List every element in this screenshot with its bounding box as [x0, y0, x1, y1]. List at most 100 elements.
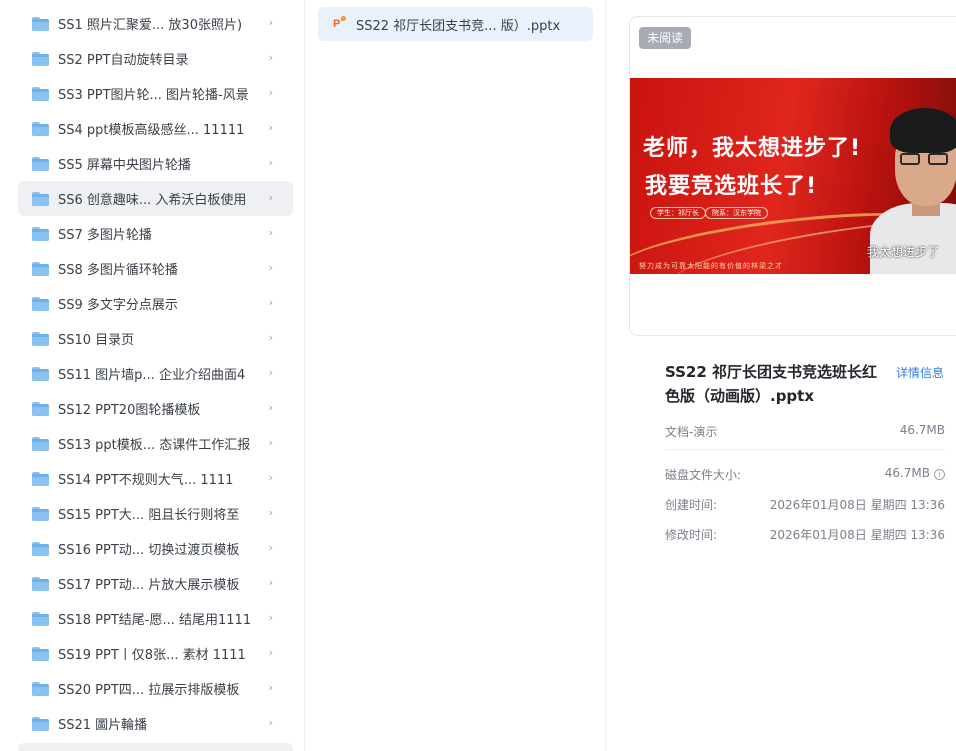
- folder-icon: [32, 296, 49, 311]
- chevron-right-icon: ›: [268, 576, 273, 589]
- folder-list: SS1 照片汇聚爱... 放30张照片) › SS2 PPT自动旋转目录 › SS3 P…: [18, 6, 293, 751]
- folder-item[interactable]: SS3 PPT图片轮... 图片轮播-风景 ›: [18, 76, 293, 111]
- chevron-right-icon: ›: [268, 366, 273, 379]
- chevron-right-icon: ›: [268, 296, 273, 309]
- modified-value: 2026年01月08日 星期四 13:36: [769, 528, 945, 542]
- folder-item[interactable]: SS17 PPT动... 片放大展示模板 ›: [18, 566, 293, 601]
- folder-icon: [32, 681, 49, 696]
- folder-item[interactable]: SS12 PPT20图轮播模板 ›: [18, 391, 293, 426]
- folder-label: SS10 目录页: [58, 333, 135, 348]
- file-type: 文档-演示: [665, 425, 718, 439]
- folder-label: SS20 PPT四... 拉展示排版模板: [58, 683, 240, 698]
- file-type-size: 46.7MB: [899, 423, 945, 437]
- slide-footer-text: 努力成为可靠太阳能的有价值的林梁之才: [639, 262, 783, 270]
- chevron-right-icon: ›: [268, 51, 273, 64]
- chevron-right-icon: ›: [268, 611, 273, 624]
- disk-size-row: 磁盘文件大小: 46.7MB i: [665, 466, 945, 483]
- slide-headline-1: 老师，我太想进步了!: [643, 136, 862, 161]
- folder-item[interactable]: SS13 ppt模板... 态课件工作汇报 ›: [18, 426, 293, 461]
- folder-item[interactable]: SS6 创意趣味... 入希沃白板使用 ›: [18, 181, 293, 216]
- folder-label: SS15 PPT大... 阻且长行则将至: [58, 508, 240, 523]
- folder-label: SS9 多文字分点展示: [58, 298, 178, 313]
- folder-item[interactable]: SS10 目录页 ›: [18, 321, 293, 356]
- folder-label: SS2 PPT自动旋转目录: [58, 53, 189, 68]
- created-row: 创建时间: 2026年01月08日 星期四 13:36: [665, 496, 945, 513]
- folder-item-partial[interactable]: [18, 743, 293, 751]
- folder-icon: [32, 51, 49, 66]
- disk-size-value: 46.7MB: [884, 466, 930, 480]
- folder-item[interactable]: SS4 ppt模板高级感丝... 11111 ›: [18, 111, 293, 146]
- chevron-right-icon: ›: [268, 191, 273, 204]
- folder-icon: [32, 576, 49, 591]
- folder-label: SS21 圖片輪播: [58, 718, 148, 733]
- chevron-right-icon: ›: [268, 86, 273, 99]
- folder-item[interactable]: SS5 屏幕中央图片轮播 ›: [18, 146, 293, 181]
- folder-label: SS14 PPT不规则大气... 1111: [58, 473, 234, 488]
- folder-item[interactable]: SS18 PPT结尾-愿... 结尾用1111 ›: [18, 601, 293, 636]
- folder-item[interactable]: SS1 照片汇聚爱... 放30张照片) ›: [18, 6, 293, 41]
- folder-item[interactable]: SS7 多图片轮播 ›: [18, 216, 293, 251]
- folder-item[interactable]: SS14 PPT不规则大气... 1111 ›: [18, 461, 293, 496]
- folder-label: SS7 多图片轮播: [58, 228, 152, 243]
- slide-pill-school: 院系：汉东学院: [705, 207, 768, 219]
- folder-label: SS19 PPT丨仅8张... 素材 1111: [58, 648, 246, 663]
- folder-item[interactable]: SS20 PPT四... 拉展示排版模板 ›: [18, 671, 293, 706]
- folder-item[interactable]: SS15 PPT大... 阻且长行则将至 ›: [18, 496, 293, 531]
- slide-headline-2: 我要竞选班长了!: [645, 174, 818, 199]
- file-name: SS22 祁厅长团支书竞... 版）.pptx: [356, 18, 561, 34]
- folder-label: SS17 PPT动... 片放大展示模板: [58, 578, 240, 593]
- folder-icon: [32, 121, 49, 136]
- chevron-right-icon: ›: [268, 506, 273, 519]
- chevron-right-icon: ›: [268, 646, 273, 659]
- disk-size-label: 磁盘文件大小:: [665, 468, 742, 482]
- file-type-row: 文档-演示 46.7MB: [665, 423, 945, 440]
- chevron-right-icon: ›: [268, 16, 273, 29]
- folder-icon: [32, 261, 49, 276]
- created-label: 创建时间:: [665, 498, 718, 512]
- folder-column: SS1 照片汇聚爱... 放30张照片) › SS2 PPT自动旋转目录 › SS3 P…: [0, 0, 305, 751]
- folder-icon: [32, 401, 49, 416]
- chevron-right-icon: ›: [268, 436, 273, 449]
- chevron-right-icon: ›: [268, 121, 273, 134]
- folder-icon: [32, 506, 49, 521]
- slide-caption: 我太想进步了: [867, 245, 940, 259]
- details-link[interactable]: 详情信息: [896, 364, 944, 381]
- folder-icon: [32, 331, 49, 346]
- folder-label: SS18 PPT结尾-愿... 结尾用1111: [58, 613, 252, 628]
- chevron-right-icon: ›: [268, 681, 273, 694]
- modified-row: 修改时间: 2026年01月08日 星期四 13:36: [665, 526, 945, 543]
- folder-icon: [32, 716, 49, 731]
- folder-label: SS8 多图片循环轮播: [58, 263, 178, 278]
- slide-thumbnail: 老师，我太想进步了! 我要竞选班长了! 学生：祁厅长 院系：汉东学院 努力成为可…: [630, 78, 956, 274]
- folder-item[interactable]: SS2 PPT自动旋转目录 ›: [18, 41, 293, 76]
- folder-icon: [32, 436, 49, 451]
- info-icon[interactable]: i: [934, 469, 945, 480]
- folder-item[interactable]: SS19 PPT丨仅8张... 素材 1111 ›: [18, 636, 293, 671]
- folder-label: SS3 PPT图片轮... 图片轮播-风景: [58, 88, 249, 103]
- folder-item[interactable]: SS8 多图片循环轮播 ›: [18, 251, 293, 286]
- folder-item[interactable]: SS16 PPT动... 切换过渡页模板 ›: [18, 531, 293, 566]
- folder-icon: [32, 366, 49, 381]
- folder-item[interactable]: SS9 多文字分点展示 ›: [18, 286, 293, 321]
- folder-label: SS5 屏幕中央图片轮播: [58, 158, 191, 173]
- file-row-selected[interactable]: P SS22 祁厅长团支书竞... 版）.pptx: [318, 7, 593, 41]
- folder-item[interactable]: SS11 图片墙p... 企业介绍曲面4 ›: [18, 356, 293, 391]
- divider: [665, 449, 945, 450]
- folder-label: SS4 ppt模板高级感丝... 11111: [58, 123, 245, 138]
- slide-pill-student: 学生：祁厅长: [650, 207, 706, 219]
- folder-label: SS1 照片汇聚爱... 放30张照片): [58, 18, 243, 33]
- folder-icon: [32, 646, 49, 661]
- folder-icon: [32, 471, 49, 486]
- unread-badge: 未阅读: [639, 27, 692, 49]
- file-column: P SS22 祁厅长团支书竞... 版）.pptx: [305, 0, 606, 751]
- folder-label: SS6 创意趣味... 入希沃白板使用: [58, 193, 247, 208]
- chevron-right-icon: ›: [268, 716, 273, 729]
- file-title: SS22 祁厅长团支书竞选班长红色版（动画版）.pptx: [665, 363, 878, 405]
- preview-pane: 未阅读 老师，我太想进步了! 我要竞选班长了! 学生：祁厅长 院系：汉东学院 努…: [606, 0, 956, 751]
- folder-label: SS12 PPT20图轮播模板: [58, 403, 201, 418]
- folder-item[interactable]: SS21 圖片輪播 ›: [18, 706, 293, 741]
- folder-icon: [32, 86, 49, 101]
- chevron-right-icon: ›: [268, 331, 273, 344]
- folder-label: SS16 PPT动... 切换过渡页模板: [58, 543, 240, 558]
- preview-card[interactable]: 未阅读 老师，我太想进步了! 我要竞选班长了! 学生：祁厅长 院系：汉东学院 努…: [629, 16, 956, 336]
